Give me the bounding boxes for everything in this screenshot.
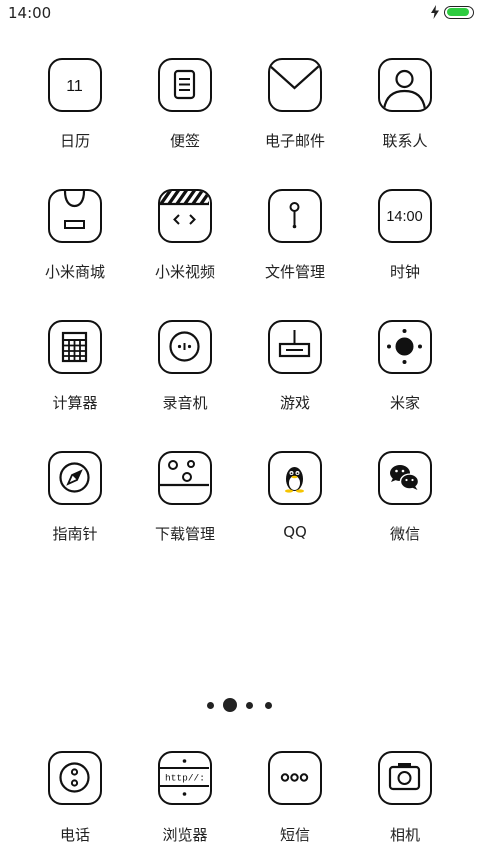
clapperboard-icon bbox=[158, 189, 212, 243]
app-label-downloads: 下载管理 bbox=[154, 525, 215, 543]
compass-icon bbox=[48, 451, 102, 505]
app-mi-home[interactable]: 米家 bbox=[350, 320, 460, 440]
app-label-games: 游戏 bbox=[279, 394, 310, 412]
person-icon bbox=[378, 58, 432, 112]
app-calendar[interactable]: 11 日历 bbox=[20, 58, 130, 178]
clock-time-text: 14:00 bbox=[386, 209, 422, 225]
page-indicator[interactable] bbox=[0, 697, 480, 715]
app-mi-store[interactable]: 小米商城 bbox=[20, 189, 130, 309]
app-label-mi-home: 米家 bbox=[389, 394, 420, 412]
app-label-recorder: 录音机 bbox=[162, 394, 208, 412]
app-label-calendar: 日历 bbox=[59, 132, 90, 150]
app-games[interactable]: 游戏 bbox=[240, 320, 350, 440]
status-indicators bbox=[430, 5, 474, 19]
app-label-wechat: 微信 bbox=[389, 525, 420, 543]
app-label-calculator: 计算器 bbox=[52, 394, 98, 412]
dock-app-camera[interactable]: 相机 bbox=[350, 751, 460, 853]
app-label-mi-store: 小米商城 bbox=[44, 263, 105, 281]
camera-icon bbox=[378, 751, 432, 805]
app-label-camera: 相机 bbox=[389, 826, 420, 844]
dock-app-messages[interactable]: 短信 bbox=[240, 751, 350, 853]
page-dot[interactable] bbox=[265, 702, 272, 709]
calculator-icon bbox=[48, 320, 102, 374]
app-label-compass: 指南针 bbox=[52, 525, 98, 543]
battery-icon bbox=[444, 5, 474, 19]
lightning-bolt-icon bbox=[431, 5, 439, 19]
app-label-clock: 时钟 bbox=[389, 263, 420, 281]
app-downloads[interactable]: 下载管理 bbox=[130, 451, 240, 571]
app-compass[interactable]: 指南针 bbox=[20, 451, 130, 571]
clock-icon: 14:00 bbox=[378, 189, 432, 243]
app-clock[interactable]: 14:00 时钟 bbox=[350, 189, 460, 309]
app-email[interactable]: 电子邮件 bbox=[240, 58, 350, 178]
download-icon bbox=[158, 451, 212, 505]
app-label-qq: QQ bbox=[283, 523, 307, 541]
dock-app-phone[interactable]: 电话 bbox=[20, 751, 130, 853]
app-mi-video[interactable]: 小米视频 bbox=[130, 189, 240, 309]
dock-app-browser[interactable]: http//: 浏览器 bbox=[130, 751, 240, 853]
app-contacts[interactable]: 联系人 bbox=[350, 58, 460, 178]
page-dot[interactable] bbox=[246, 702, 253, 709]
wechat-icon bbox=[378, 451, 432, 505]
page-dot[interactable] bbox=[207, 702, 214, 709]
app-qq[interactable]: QQ bbox=[240, 451, 350, 571]
app-label-messages: 短信 bbox=[279, 826, 310, 844]
game-controller-icon bbox=[268, 320, 322, 374]
app-wechat[interactable]: 微信 bbox=[350, 451, 460, 571]
battery-level bbox=[446, 8, 469, 16]
envelope-icon bbox=[268, 58, 322, 112]
mi-home-icon bbox=[378, 320, 432, 374]
app-label-file-manager: 文件管理 bbox=[264, 263, 325, 281]
app-recorder[interactable]: 录音机 bbox=[130, 320, 240, 440]
app-label-browser: 浏览器 bbox=[162, 826, 208, 844]
notes-icon bbox=[158, 58, 212, 112]
recorder-icon bbox=[158, 320, 212, 374]
app-label-contacts: 联系人 bbox=[382, 132, 428, 150]
app-file-manager[interactable]: 文件管理 bbox=[240, 189, 350, 309]
file-pin-icon bbox=[268, 189, 322, 243]
app-label-notes: 便签 bbox=[169, 132, 200, 150]
phone-icon bbox=[48, 751, 102, 805]
app-label-mi-video: 小米视频 bbox=[154, 263, 215, 281]
browser-icon: http//: bbox=[158, 751, 212, 805]
calendar-icon: 11 bbox=[48, 58, 102, 112]
app-calculator[interactable]: 计算器 bbox=[20, 320, 130, 440]
page-dot-active[interactable] bbox=[223, 698, 237, 712]
browser-url-text: http//: bbox=[165, 773, 205, 784]
home-screen: 14:00 11 日历 便签 电子邮件 联系人 小米商城 小米视频 文件管理 1… bbox=[0, 0, 480, 853]
shopping-bag-icon bbox=[48, 189, 102, 243]
messages-icon bbox=[268, 751, 322, 805]
app-label-email: 电子邮件 bbox=[264, 132, 325, 150]
status-time: 14:00 bbox=[8, 4, 52, 22]
calendar-day-text: 11 bbox=[66, 78, 83, 95]
app-notes[interactable]: 便签 bbox=[130, 58, 240, 178]
app-label-phone: 电话 bbox=[59, 826, 90, 844]
qq-penguin-icon bbox=[268, 451, 322, 505]
status-bar: 14:00 bbox=[0, 0, 480, 28]
